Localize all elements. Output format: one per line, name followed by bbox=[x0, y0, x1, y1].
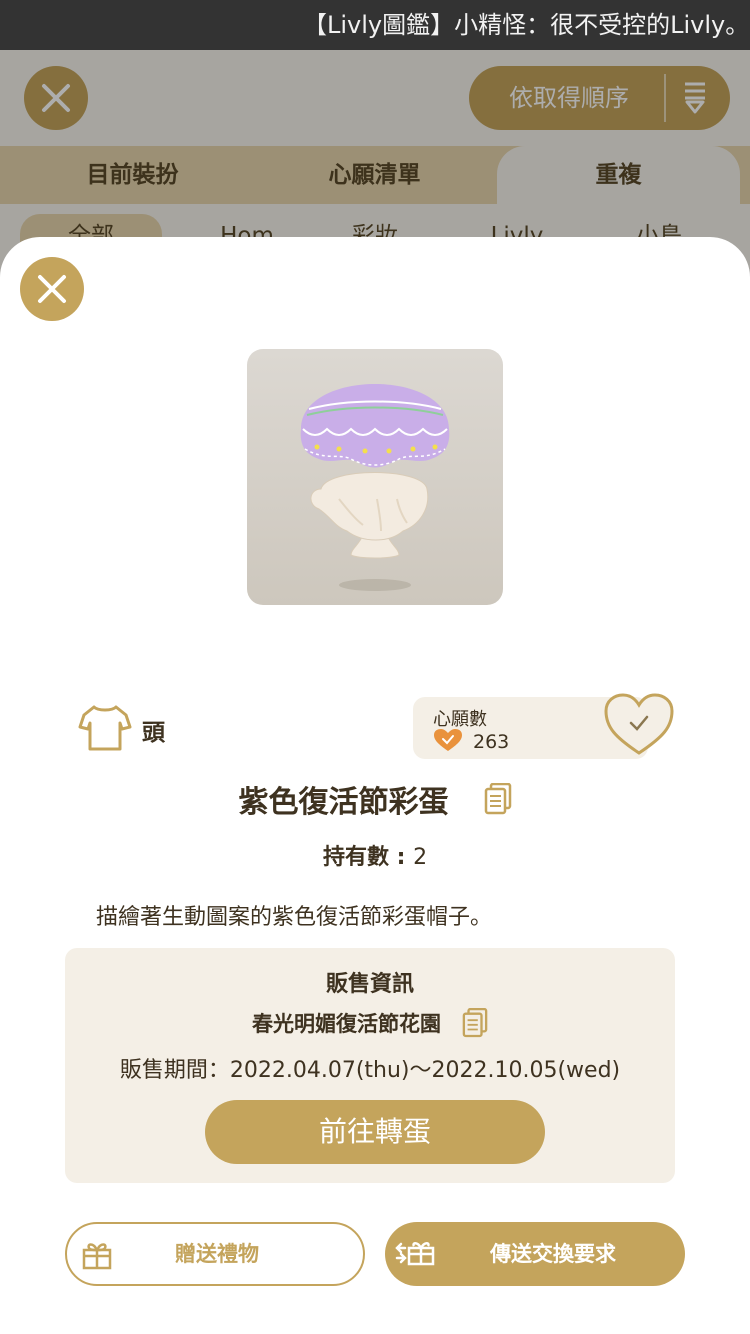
item-name: 紫色復活節彩蛋 bbox=[238, 785, 449, 820]
shirt-icon bbox=[78, 705, 132, 751]
wishlist-label: 心願數 bbox=[433, 709, 487, 730]
modal-close-button[interactable] bbox=[20, 257, 84, 321]
close-icon bbox=[38, 275, 66, 303]
sale-info-panel: 販售資訊 春光明媚復活節花園 販售期間：2022.04.07(thu)～2022… bbox=[65, 948, 675, 1183]
item-description: 描繪著生動圖案的紫色復活節彩蛋帽子。 bbox=[96, 905, 493, 930]
easter-egg-hat-illustration bbox=[300, 384, 450, 591]
owned-label: 持有數 : bbox=[322, 845, 414, 870]
send-gift-label: 贈送禮物 bbox=[175, 1242, 259, 1266]
document-icon[interactable] bbox=[484, 783, 512, 815]
category-label: 頭 bbox=[142, 720, 165, 746]
document-icon[interactable] bbox=[462, 1008, 488, 1038]
marquee-bar: 【Livly圖鑑】小精怪：很不受控的Livly。由 bbox=[0, 0, 750, 50]
add-to-wishlist-heart-icon[interactable] bbox=[603, 693, 675, 757]
wish-heart-check-icon bbox=[434, 729, 462, 751]
sale-period: 販售期間：2022.04.07(thu)～2022.10.05(wed) bbox=[119, 1058, 621, 1083]
send-trade-request-label: 傳送交換要求 bbox=[490, 1242, 616, 1266]
sale-event-row: 春光明媚復活節花園 bbox=[65, 1008, 675, 1042]
go-to-gacha-button[interactable]: 前往轉蛋 bbox=[205, 1100, 545, 1164]
sale-info-title: 販售資訊 bbox=[325, 972, 414, 997]
item-image bbox=[247, 349, 503, 605]
wishlist-count: 263 bbox=[473, 731, 510, 753]
owned-count-row: 持有數 : 2 bbox=[0, 839, 750, 871]
item-detail-modal: 頭 心願數 263 紫色復活節彩蛋 持有數 : 2 描繪著生動圖案的紫色復活節彩… bbox=[0, 237, 750, 1334]
sale-event-name: 春光明媚復活節花園 bbox=[251, 1012, 441, 1036]
item-title-row: 紫色復活節彩蛋 bbox=[0, 777, 750, 827]
marquee-text: 【Livly圖鑑】小精怪：很不受控的Livly。由 bbox=[303, 11, 750, 39]
owned-count: 2 bbox=[413, 845, 428, 870]
send-trade-request-button[interactable]: 傳送交換要求 bbox=[385, 1222, 685, 1286]
send-gift-button[interactable]: 贈送禮物 bbox=[65, 1222, 365, 1286]
